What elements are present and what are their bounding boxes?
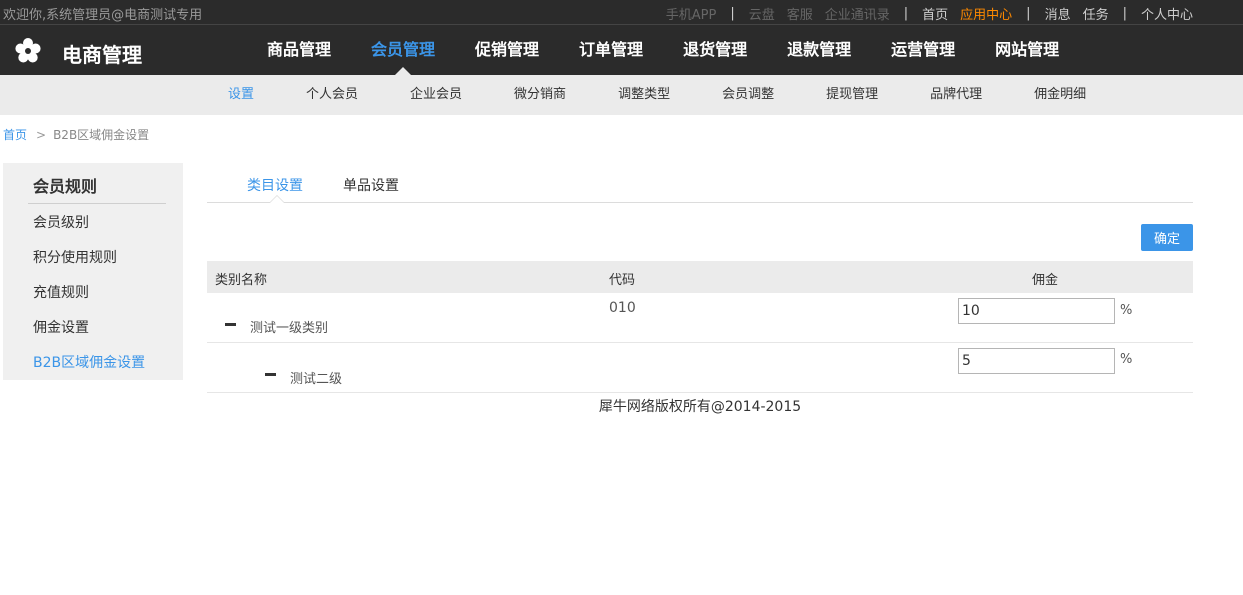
- nav-refund-management[interactable]: 退款管理: [767, 25, 871, 75]
- sidebar-divider: [28, 203, 166, 204]
- collapse-icon[interactable]: [225, 323, 236, 326]
- collapse-icon[interactable]: [265, 373, 276, 376]
- sidebar-title: 会员规则: [33, 177, 98, 196]
- sidebar-item-commission-settings[interactable]: 佣金设置: [33, 318, 145, 353]
- nav-promotion-management[interactable]: 促销管理: [455, 25, 559, 75]
- nav-return-management[interactable]: 退货管理: [663, 25, 767, 75]
- breadcrumb-arrow: >: [36, 128, 47, 142]
- sidebar: 会员规则 会员级别 积分使用规则 充值规则 佣金设置 B2B区域佣金设置: [3, 163, 183, 380]
- top-links: 手机APP | 云盘 客服 企业通讯录 | 首页 应用中心 | 消息 任务 | …: [666, 4, 1193, 23]
- nav-order-management[interactable]: 订单管理: [559, 25, 663, 75]
- subnav-brand-agency[interactable]: 品牌代理: [904, 75, 1008, 115]
- breadcrumb-home[interactable]: 首页: [3, 128, 27, 142]
- sidebar-item-b2b-commission[interactable]: B2B区域佣金设置: [33, 353, 145, 388]
- subnav-settings[interactable]: 设置: [202, 75, 280, 115]
- subnav-withdrawal-management[interactable]: 提现管理: [800, 75, 904, 115]
- separator: |: [1122, 6, 1127, 21]
- welcome-text: 欢迎你,系统管理员@电商测试专用: [3, 8, 203, 23]
- contacts-link[interactable]: 企业通讯录: [825, 4, 890, 23]
- subnav-adjust-types[interactable]: 调整类型: [592, 75, 696, 115]
- table-row: 测试二级 %: [207, 343, 1193, 393]
- content-tabs: 类目设置 单品设置: [207, 163, 1193, 203]
- table-header: 类别名称 代码 佣金: [207, 261, 1193, 293]
- subnav-enterprise-members[interactable]: 企业会员: [384, 75, 488, 115]
- tasks-link[interactable]: 任务: [1083, 4, 1109, 23]
- main-nav: 商品管理 会员管理 促销管理 订单管理 退货管理 退款管理 运营管理 网站管理: [247, 25, 1079, 75]
- main-header: 电商管理 商品管理 会员管理 促销管理 订单管理 退货管理 退款管理 运营管理 …: [0, 25, 1243, 75]
- table-row: 测试一级类别 010 %: [207, 293, 1193, 343]
- flower-icon: [15, 38, 41, 63]
- mobile-app-link[interactable]: 手机APP: [666, 4, 717, 23]
- percent-unit: %: [1120, 303, 1133, 318]
- top-bar: 欢迎你,系统管理员@电商测试专用 手机APP | 云盘 客服 企业通讯录 | 首…: [0, 0, 1243, 25]
- header-code: 代码: [609, 273, 636, 288]
- sidebar-item-points-rules[interactable]: 积分使用规则: [33, 248, 145, 283]
- nav-operation-management[interactable]: 运营管理: [871, 25, 975, 75]
- subnav-micro-distributors[interactable]: 微分销商: [488, 75, 592, 115]
- subnav-personal-members[interactable]: 个人会员: [280, 75, 384, 115]
- percent-unit: %: [1120, 352, 1133, 367]
- nav-product-management[interactable]: 商品管理: [247, 25, 351, 75]
- tab-category-settings[interactable]: 类目设置: [247, 175, 303, 195]
- separator: |: [1026, 6, 1031, 21]
- confirm-button[interactable]: 确定: [1141, 224, 1193, 251]
- commission-table: 类别名称 代码 佣金 测试一级类别 010 % 测试二级 %: [207, 261, 1193, 393]
- subnav-member-adjust[interactable]: 会员调整: [696, 75, 800, 115]
- header-category-name: 类别名称: [215, 273, 268, 288]
- active-tab-notch-inner: [270, 196, 284, 203]
- active-caret: [395, 67, 412, 75]
- app-center-link[interactable]: 应用中心: [960, 4, 1012, 23]
- footer-copyright: 犀牛网络版权所有@2014-2015: [598, 399, 802, 415]
- separator: |: [903, 6, 909, 21]
- breadcrumb: 首页 > B2B区域佣金设置: [3, 126, 149, 143]
- separator: |: [730, 6, 735, 21]
- category-name: 测试一级类别: [250, 321, 329, 336]
- nav-website-management[interactable]: 网站管理: [975, 25, 1079, 75]
- category-code: 010: [609, 300, 636, 316]
- brand-title: 电商管理: [62, 43, 142, 67]
- commission-input[interactable]: [958, 348, 1115, 374]
- cloud-disk-link[interactable]: 云盘: [749, 4, 775, 23]
- nav-member-management[interactable]: 会员管理: [351, 25, 455, 75]
- category-name: 测试二级: [290, 372, 343, 387]
- home-link[interactable]: 首页: [922, 4, 948, 23]
- messages-link[interactable]: 消息: [1045, 4, 1071, 23]
- tab-item-settings[interactable]: 单品设置: [343, 175, 399, 195]
- personal-center-link[interactable]: 个人中心: [1141, 4, 1193, 23]
- breadcrumb-current: B2B区域佣金设置: [53, 128, 150, 142]
- sidebar-item-recharge-rules[interactable]: 充值规则: [33, 283, 145, 318]
- subnav-commission-details[interactable]: 佣金明细: [1008, 75, 1112, 115]
- customer-service-link[interactable]: 客服: [787, 4, 813, 23]
- commission-input[interactable]: [958, 298, 1115, 324]
- sub-nav: 设置 个人会员 企业会员 微分销商 调整类型 会员调整 提现管理 品牌代理 佣金…: [0, 75, 1243, 115]
- header-commission: 佣金: [1032, 273, 1059, 288]
- sidebar-item-member-levels[interactable]: 会员级别: [33, 213, 145, 248]
